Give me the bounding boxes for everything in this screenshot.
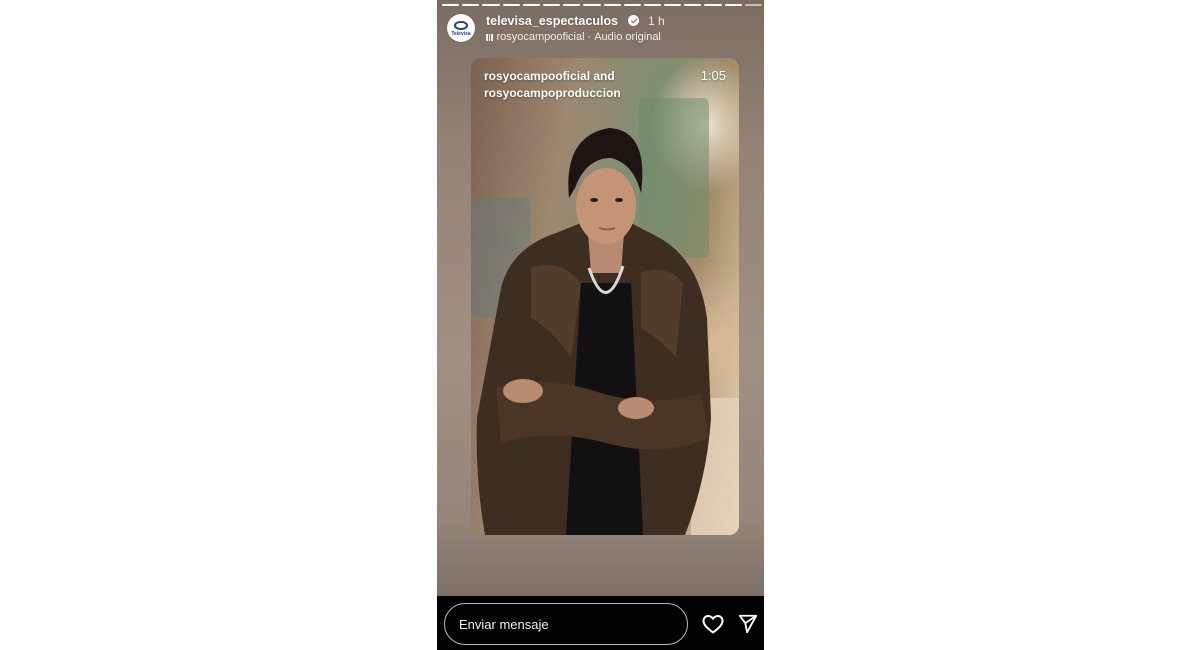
story-media[interactable]: rosyocampooficial and rosyocampoproducci…	[471, 58, 739, 535]
account-username[interactable]: televisa_espectaculos	[486, 14, 618, 28]
heart-icon	[702, 615, 724, 634]
credit-line-2: rosyocampoproduccion	[484, 86, 621, 100]
progress-segment	[704, 4, 722, 6]
progress-segment	[542, 4, 561, 6]
audio-artist: rosyocampooficial	[496, 31, 585, 43]
reply-bar	[437, 596, 764, 650]
progress-segment	[583, 4, 601, 6]
story-header: Televisa televisa_espectaculos 1 h rosyo…	[447, 13, 754, 47]
share-button[interactable]	[735, 611, 761, 637]
progress-segment	[603, 4, 621, 6]
avatar-logo-text: Televisa	[451, 30, 471, 37]
avatar[interactable]: Televisa	[447, 14, 475, 42]
verified-badge-icon	[628, 15, 639, 26]
progress-segment	[563, 4, 581, 6]
audio-label: Audio original	[594, 31, 661, 43]
progress-segment	[643, 4, 662, 6]
video-duration: 1:05	[700, 68, 726, 83]
photo-credit[interactable]: rosyocampooficial and rosyocampoproducci…	[484, 68, 621, 102]
progress-segment	[744, 4, 762, 6]
progress-segment	[442, 4, 460, 6]
portrait-photo	[471, 98, 739, 535]
progress-segment	[502, 4, 520, 6]
send-icon	[738, 614, 758, 634]
audio-separator: ·	[587, 31, 592, 43]
progress-segment	[664, 4, 682, 6]
credit-line-1: rosyocampooficial and	[484, 69, 615, 83]
like-button[interactable]	[700, 611, 726, 637]
progress-segment	[623, 4, 641, 6]
post-time: 1 h	[648, 14, 665, 28]
progress-segment	[684, 4, 702, 6]
audio-attribution[interactable]: rosyocampooficial · Audio original	[486, 31, 661, 43]
progress-segment	[522, 4, 540, 6]
story-viewer[interactable]: Televisa televisa_espectaculos 1 h rosyo…	[437, 0, 764, 650]
televisa-logo-icon	[454, 20, 468, 30]
message-input[interactable]	[444, 603, 688, 645]
progress-segment	[462, 4, 480, 6]
audio-bars-icon	[486, 33, 493, 41]
story-progress-bar	[442, 4, 762, 6]
progress-segment	[724, 4, 742, 6]
progress-segment	[482, 4, 500, 6]
